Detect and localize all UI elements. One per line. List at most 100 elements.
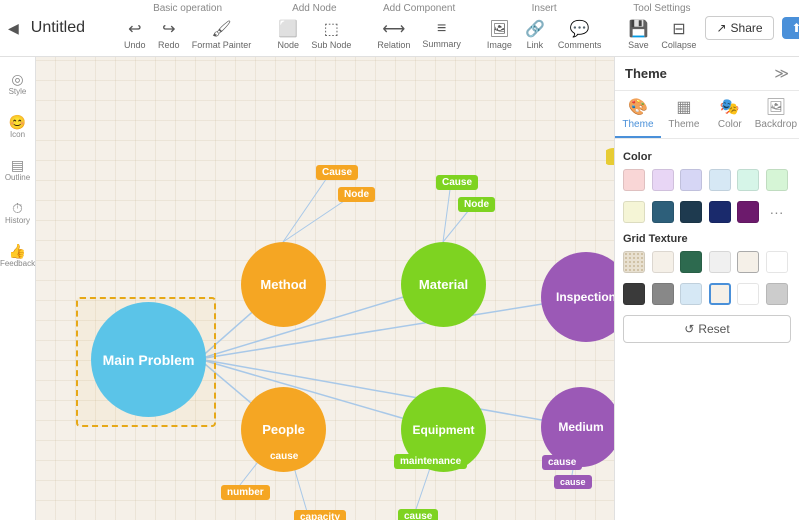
add-node-group: Add Node ⬜ Node ⬚ Sub Node [272, 3, 356, 53]
sidebar-item-history[interactable]: ⏱ History [4, 194, 32, 225]
panel-collapse-button[interactable]: ≫ [774, 65, 789, 82]
document-title: Untitled [23, 19, 103, 37]
relation-button[interactable]: ⟷ Relation [372, 16, 415, 53]
node-people-label: People [262, 422, 305, 437]
color-swatch-navy[interactable] [709, 201, 731, 223]
tab-theme2-label: Theme [668, 119, 699, 130]
summary-button[interactable]: ≡ Summary [417, 16, 466, 53]
image-icon: 🖼 [489, 19, 509, 39]
basic-operation-label: Basic operation [153, 3, 222, 14]
sub-node-icon: ⬚ [324, 19, 339, 39]
color-swatch-teal[interactable] [652, 201, 674, 223]
insert-group: Insert 🖼 Image 🔗 Link 💬 Comments [482, 3, 607, 53]
relation-label: Relation [377, 40, 410, 50]
node-inspection[interactable]: Inspection [541, 252, 614, 342]
texture-dark[interactable] [623, 283, 645, 305]
undo-icon: ↩ [128, 19, 141, 39]
label-capacity: capacity [294, 510, 346, 520]
tab-theme-label: Theme [622, 119, 653, 130]
node-method-label: Method [260, 277, 306, 292]
tab-theme[interactable]: 🎨 Theme [615, 91, 661, 138]
color-swatch-yellow[interactable] [623, 201, 645, 223]
arrow-annotation [606, 125, 614, 168]
sidebar-item-style[interactable]: ◎ Style [4, 65, 32, 96]
link-label: Link [527, 40, 544, 50]
diagram-canvas[interactable]: Main Problem Method Material Inspection … [36, 57, 614, 520]
color-swatch-purple[interactable] [737, 201, 759, 223]
texture-dots[interactable] [623, 251, 645, 273]
node-main-problem[interactable]: Main Problem [91, 302, 206, 417]
color-swatch-pink[interactable] [623, 169, 645, 191]
sub-node-button[interactable]: ⬚ Sub Node [306, 16, 356, 53]
node-material[interactable]: Material [401, 242, 486, 327]
share-button[interactable]: ↗ Share [705, 16, 773, 40]
sidebar-item-outline[interactable]: ▤ Outline [4, 151, 32, 182]
redo-icon: ↪ [162, 19, 175, 39]
color-swatch-lavender[interactable] [652, 169, 674, 191]
feedback-label: Feedback [0, 259, 35, 268]
texture-grid-row1 [623, 251, 791, 273]
color-swatch-lightblue[interactable] [709, 169, 731, 191]
tool-settings-items: 💾 Save ⊟ Collapse [622, 16, 701, 53]
redo-button[interactable]: ↪ Redo [153, 16, 185, 53]
tab-backdrop-icon: 🖼 [766, 97, 786, 117]
save-button[interactable]: 💾 Save [622, 16, 654, 53]
undo-button[interactable]: ↩ Undo [119, 16, 151, 53]
color-swatch-mint[interactable] [737, 169, 759, 191]
sub-node-label: Sub Node [311, 40, 351, 50]
texture-white[interactable] [766, 251, 788, 273]
label-maintenance: maintenance [394, 454, 467, 469]
panel-tabs: 🎨 Theme ▦ Theme 🎭 Color 🖼 Backdrop [615, 91, 799, 139]
collapse-icon: ⊟ [672, 19, 685, 39]
color-grid-row1 [623, 169, 791, 191]
color-swatch-periwinkle[interactable] [680, 169, 702, 191]
collapse-button[interactable]: ⊟ Collapse [656, 16, 701, 53]
tab-color[interactable]: 🎭 Color [707, 91, 753, 138]
texture-cream[interactable] [737, 251, 759, 273]
tab-theme-icon: 🎨 [628, 97, 648, 117]
reset-label: Reset [698, 322, 729, 336]
back-button[interactable]: ◀ [8, 16, 19, 40]
link-button[interactable]: 🔗 Link [519, 16, 551, 53]
label-node-2: Node [458, 197, 495, 212]
history-label: History [5, 216, 30, 225]
label-cause-2: Cause [436, 175, 478, 190]
node-main-problem-label: Main Problem [103, 352, 195, 368]
label-cause-1: Cause [316, 165, 358, 180]
summary-label: Summary [422, 39, 461, 49]
image-button[interactable]: 🖼 Image [482, 16, 517, 53]
texture-plain2[interactable] [737, 283, 759, 305]
tab-backdrop-label: Backdrop [755, 119, 797, 130]
node-equipment-label: Equipment [413, 423, 475, 437]
texture-selected[interactable] [709, 283, 731, 305]
color-swatch-lightgreen[interactable] [766, 169, 788, 191]
relation-icon: ⟷ [382, 19, 405, 39]
sidebar-item-icon[interactable]: 😊 Icon [4, 108, 32, 139]
node-icon: ⬜ [278, 19, 298, 39]
sidebar-item-feedback[interactable]: 👍 Feedback [0, 237, 35, 268]
format-painter-button[interactable]: 🖌 Format Painter [187, 16, 257, 53]
texture-medium[interactable] [652, 283, 674, 305]
node-medium-label: Medium [558, 420, 603, 434]
comments-button[interactable]: 💬 Comments [553, 16, 607, 53]
reset-button[interactable]: ↺ Reset [623, 315, 791, 343]
texture-gray[interactable] [766, 283, 788, 305]
texture-plain[interactable] [652, 251, 674, 273]
tab-theme2[interactable]: ▦ Theme [661, 91, 707, 138]
texture-dark-green[interactable] [680, 251, 702, 273]
color-more-button[interactable]: ··· [766, 201, 788, 223]
share-icon: ↗ [716, 21, 726, 35]
main-area: ◎ Style 😊 Icon ▤ Outline ⏱ History 👍 Fee… [0, 57, 799, 520]
texture-lightblue2[interactable] [680, 283, 702, 305]
export-button[interactable]: ⬆ Export [782, 17, 799, 39]
tab-color-icon: 🎭 [720, 97, 740, 117]
insert-label: Insert [532, 3, 557, 14]
color-swatch-darkblue[interactable] [680, 201, 702, 223]
node-button[interactable]: ⬜ Node [272, 16, 304, 53]
link-icon: 🔗 [525, 19, 545, 39]
tab-theme2-icon: ▦ [676, 97, 691, 117]
tab-backdrop[interactable]: 🖼 Backdrop [753, 91, 799, 138]
panel-header: Theme ≫ [615, 57, 799, 91]
texture-light[interactable] [709, 251, 731, 273]
node-method[interactable]: Method [241, 242, 326, 327]
